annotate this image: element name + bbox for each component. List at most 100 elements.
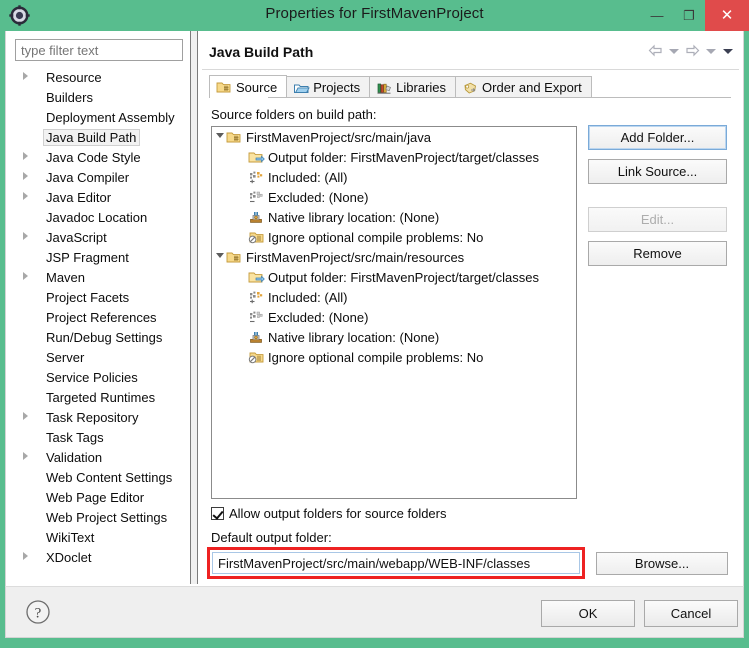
source-folder-attribute-row[interactable]: Ignore optional compile problems: No [212, 347, 576, 367]
expand-triangle-icon[interactable] [23, 232, 28, 240]
sidebar-item-web-project-settings[interactable]: Web Project Settings [6, 507, 190, 527]
forward-arrow-icon[interactable] [684, 43, 701, 59]
tab-libraries[interactable]: Libraries [369, 76, 457, 98]
back-arrow-icon[interactable] [647, 43, 664, 59]
page-title: Java Build Path [209, 44, 314, 60]
source-folder-row[interactable]: FirstMavenProject/src/main/resources [212, 247, 576, 267]
tab-source[interactable]: Source [209, 75, 288, 98]
sidebar-item-server[interactable]: Server [6, 347, 190, 367]
sidebar-item-label: WikiText [46, 529, 95, 545]
cancel-button[interactable]: Cancel [644, 600, 738, 627]
expand-triangle-icon[interactable] [23, 172, 28, 180]
properties-dialog-window: Properties for FirstMavenProject — ❐ ✕ R… [0, 0, 749, 648]
add-folder-button[interactable]: Add Folder... [588, 125, 727, 150]
help-question-icon[interactable]: ? [25, 599, 51, 625]
expand-triangle-icon[interactable] [23, 152, 28, 160]
source-folder-attribute-row[interactable]: Excluded: (None) [212, 307, 576, 327]
native-library-icon [248, 210, 265, 225]
sidebar-item-javadoc-location[interactable]: Javadoc Location [6, 207, 190, 227]
ignore-problems-icon [248, 350, 265, 365]
sidebar-item-web-content-settings[interactable]: Web Content Settings [6, 467, 190, 487]
source-folder-attribute-row[interactable]: Native library location: (None) [212, 207, 576, 227]
sidebar-item-resource[interactable]: Resource [6, 67, 190, 87]
native-library-icon [248, 330, 265, 345]
settings-sidebar: Resource Builders Deployment Assembly Java … [6, 31, 190, 584]
remove-button[interactable]: Remove [588, 241, 727, 266]
sidebar-item-java-editor[interactable]: Java Editor [6, 187, 190, 207]
sidebar-item-label: XDoclet [46, 549, 92, 565]
sidebar-item-label: Task Tags [46, 429, 104, 445]
source-folder-attribute-row[interactable]: Output folder: FirstMavenProject/target/… [212, 147, 576, 167]
sidebar-item-label: Run/Debug Settings [46, 329, 163, 345]
sidebar-item-task-repository[interactable]: Task Repository [6, 407, 190, 427]
collapse-triangle-icon[interactable] [216, 253, 224, 258]
tab-order-and-export[interactable]: Order and Export [455, 76, 592, 98]
sidebar-item-task-tags[interactable]: Task Tags [6, 427, 190, 447]
sidebar-item-targeted-runtimes[interactable]: Targeted Runtimes [6, 387, 190, 407]
sidebar-item-project-facets[interactable]: Project Facets [6, 287, 190, 307]
sidebar-item-label: Project Facets [46, 289, 130, 305]
title-divider [202, 69, 739, 70]
source-folder-attribute-row[interactable]: Included: (All) [212, 287, 576, 307]
ok-button[interactable]: OK [541, 600, 635, 627]
source-folders-tree[interactable]: FirstMavenProject/src/main/java Output fo… [211, 126, 577, 499]
default-output-folder-label: Default output folder: [211, 530, 332, 545]
browse-button[interactable]: Browse... [596, 552, 728, 575]
overflow-chevron-down-icon[interactable] [723, 48, 733, 54]
link-source-button[interactable]: Link Source... [588, 159, 727, 184]
source-folder-attribute-label: Ignore optional compile problems: No [268, 229, 484, 245]
sidebar-item-builders[interactable]: Builders [6, 87, 190, 107]
close-button[interactable]: ✕ [705, 0, 749, 31]
sidebar-item-label: Project References [46, 309, 157, 325]
back-menu-chevron-down-icon[interactable] [669, 48, 679, 54]
expand-triangle-icon[interactable] [23, 552, 28, 560]
expand-triangle-icon[interactable] [23, 412, 28, 420]
source-folder-path: FirstMavenProject/src/main/resources [246, 249, 465, 265]
source-folder-attribute-row[interactable]: Ignore optional compile problems: No [212, 227, 576, 247]
source-folder-attribute-row[interactable]: Excluded: (None) [212, 187, 576, 207]
source-folder-attribute-label: Excluded: (None) [268, 189, 369, 205]
source-folder-attribute-row[interactable]: Included: (All) [212, 167, 576, 187]
expand-triangle-icon[interactable] [23, 192, 28, 200]
sidebar-item-label: Service Policies [46, 369, 138, 385]
default-output-folder-input[interactable] [212, 552, 580, 574]
sidebar-item-service-policies[interactable]: Service Policies [6, 367, 190, 387]
sidebar-item-xdoclet[interactable]: XDoclet [6, 547, 190, 567]
sidebar-item-wikitext[interactable]: WikiText [6, 527, 190, 547]
dialog-footer: ? OK Cancel [5, 586, 744, 638]
sidebar-item-java-code-style[interactable]: Java Code Style [6, 147, 190, 167]
maximize-button[interactable]: ❐ [673, 0, 705, 31]
sidebar-item-deployment-assembly[interactable]: Deployment Assembly [6, 107, 190, 127]
title-bar: Properties for FirstMavenProject — ❐ ✕ [0, 0, 749, 31]
sidebar-item-jsp-fragment[interactable]: JSP Fragment [6, 247, 190, 267]
expand-triangle-icon[interactable] [23, 272, 28, 280]
forward-menu-chevron-down-icon[interactable] [706, 48, 716, 54]
sidebar-item-java-compiler[interactable]: Java Compiler [6, 167, 190, 187]
source-folder-attribute-row[interactable]: Native library location: (None) [212, 327, 576, 347]
sidebar-item-label: Web Content Settings [46, 469, 173, 485]
allow-output-folders-checkbox[interactable] [211, 507, 224, 520]
allow-output-folders-row[interactable]: Allow output folders for source folders [211, 506, 447, 521]
dialog-body: Resource Builders Deployment Assembly Java … [5, 31, 744, 586]
sidebar-item-project-references[interactable]: Project References [6, 307, 190, 327]
sidebar-item-label: Task Repository [46, 409, 139, 425]
expand-triangle-icon[interactable] [23, 72, 28, 80]
sidebar-item-label: Deployment Assembly [46, 109, 175, 125]
sidebar-item-javascript[interactable]: JavaScript [6, 227, 190, 247]
sidebar-item-run-debug-settings[interactable]: Run/Debug Settings [6, 327, 190, 347]
projects-icon [293, 81, 310, 95]
minimize-button[interactable]: — [641, 0, 673, 31]
sidebar-item-web-page-editor[interactable]: Web Page Editor [6, 487, 190, 507]
filter-input[interactable] [15, 39, 183, 61]
sidebar-item-maven[interactable]: Maven [6, 267, 190, 287]
source-folder-attribute-row[interactable]: Output folder: FirstMavenProject/target/… [212, 267, 576, 287]
tab-projects[interactable]: Projects [286, 76, 371, 98]
expand-triangle-icon[interactable] [23, 452, 28, 460]
source-folder-row[interactable]: FirstMavenProject/src/main/java [212, 127, 576, 147]
active-tab-seam [210, 97, 268, 98]
edit-button[interactable]: Edit... [588, 207, 727, 232]
tab-label: Projects [313, 80, 361, 95]
collapse-triangle-icon[interactable] [216, 133, 224, 138]
sidebar-item-validation[interactable]: Validation [6, 447, 190, 467]
sidebar-item-java-build-path[interactable]: Java Build Path [6, 127, 190, 147]
